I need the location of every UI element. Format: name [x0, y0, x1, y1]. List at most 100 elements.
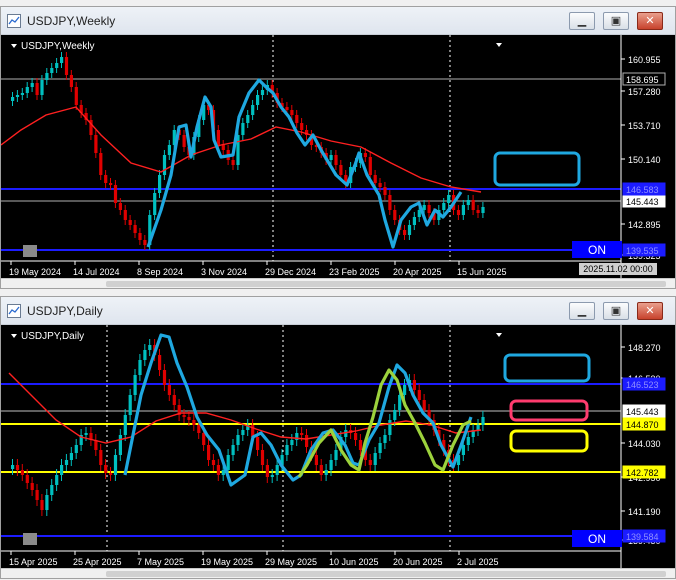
candle [40, 500, 44, 510]
window-title: USDJPY,Daily [27, 304, 103, 318]
candle [329, 155, 333, 160]
candle [187, 417, 191, 420]
candle [314, 455, 318, 465]
candle [167, 145, 171, 155]
candle [285, 445, 289, 455]
candle [153, 193, 157, 215]
candle [11, 97, 15, 101]
daily-scrollbar[interactable] [1, 568, 675, 578]
candle [471, 200, 475, 210]
candle [64, 57, 69, 75]
price-tag-label: 139.584 [626, 532, 659, 542]
candle [339, 165, 343, 175]
scroll-thumb[interactable] [106, 281, 666, 287]
y-axis-label: 148.270 [628, 343, 661, 353]
daily-chart-window[interactable]: USDJPY,Daily ▁ ▣ ✕ 148.270146.530144.030… [0, 296, 676, 579]
candle [412, 217, 416, 225]
candle [216, 465, 220, 475]
expert-icon [23, 533, 37, 545]
candle [192, 420, 196, 425]
candle [128, 220, 132, 225]
x-axis-label: 15 Apr 2025 [9, 557, 58, 567]
candle [123, 210, 127, 220]
daily-chart-area[interactable]: 148.270146.530144.030142.950141.190139.4… [1, 325, 675, 570]
candle [40, 80, 44, 95]
candle [290, 440, 294, 445]
candle [300, 123, 304, 130]
candle [373, 175, 377, 183]
candle [118, 203, 122, 210]
candle [476, 425, 480, 430]
on-badge-label: ON [588, 243, 606, 257]
shift-marker-icon [496, 43, 502, 47]
weekly-chart-svg[interactable]: 160.955157.280153.710150.140142.895139.3… [1, 35, 675, 280]
candle [246, 115, 250, 123]
window-title: USDJPY,Weekly [27, 14, 116, 28]
weekly-chart-area[interactable]: 160.955157.280153.710150.140142.895139.3… [1, 35, 675, 280]
candle [128, 395, 132, 415]
close-button[interactable]: ✕ [637, 12, 663, 30]
candle [55, 63, 59, 68]
candle [422, 400, 426, 410]
candle [226, 455, 230, 470]
daily-chart-svg[interactable]: 148.270146.530144.030142.950141.190139.4… [1, 325, 675, 570]
minimize-button[interactable]: ▁ [569, 302, 595, 320]
minimize-button[interactable]: ▁ [569, 12, 595, 30]
y-axis-label: 141.190 [628, 507, 661, 517]
x-axis-label: 29 May 2025 [265, 557, 317, 567]
shift-marker-icon [496, 333, 502, 337]
candle [104, 175, 108, 183]
candle [11, 465, 15, 469]
candle [30, 483, 34, 490]
close-icon: ✕ [645, 304, 655, 317]
price-tag-label: 145.443 [626, 407, 659, 417]
candle [265, 465, 269, 477]
candle [35, 83, 39, 95]
scroll-thumb[interactable] [106, 571, 666, 577]
candle [403, 385, 407, 395]
candle [143, 240, 147, 245]
candle [354, 433, 358, 440]
candle [256, 95, 260, 105]
weekly-titlebar[interactable]: USDJPY,Weekly ▁ ▣ ✕ [1, 7, 675, 35]
x-axis-label: 20 Apr 2025 [393, 267, 442, 277]
candle [260, 450, 265, 465]
candle [403, 230, 407, 235]
weekly-chart-window[interactable]: USDJPY,Weekly ▁ ▣ ✕ 160.955 157.280 153.71… [0, 6, 676, 289]
candle [143, 350, 147, 360]
candle [74, 445, 78, 453]
candle [378, 183, 382, 187]
candle [60, 57, 64, 63]
restore-button[interactable]: ▣ [603, 302, 629, 320]
candle [383, 435, 387, 443]
candle [388, 420, 392, 435]
candle [368, 157, 372, 175]
candle [25, 87, 29, 93]
candle [148, 345, 152, 350]
cyan-annotation-box [503, 353, 591, 383]
candle [69, 453, 73, 460]
candle [182, 135, 186, 147]
chart-symbol-label: USDJPY,Daily [21, 331, 84, 342]
candle [15, 95, 20, 97]
candle [211, 460, 216, 465]
candle [118, 435, 122, 455]
candle [368, 460, 372, 465]
candle [99, 450, 103, 465]
candle [138, 360, 142, 375]
y-axis-label: 142.895 [628, 220, 661, 230]
weekly-scrollbar[interactable] [1, 278, 675, 288]
candle [383, 187, 387, 195]
candle [398, 395, 402, 410]
candle [20, 470, 24, 475]
candle [456, 210, 461, 215]
restore-button[interactable]: ▣ [603, 12, 629, 30]
candle [35, 490, 39, 500]
close-icon: ✕ [645, 14, 655, 27]
candle [373, 453, 377, 465]
x-axis-label: 15 Jun 2025 [457, 267, 507, 277]
close-button[interactable]: ✕ [637, 302, 663, 320]
candle [109, 183, 113, 185]
candle [113, 455, 118, 475]
daily-titlebar[interactable]: USDJPY,Daily ▁ ▣ ✕ [1, 297, 675, 325]
